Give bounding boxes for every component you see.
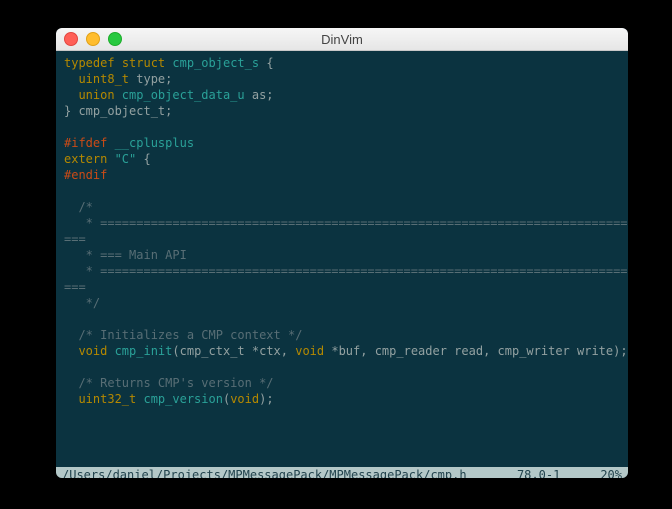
- code-token: struct: [122, 56, 165, 70]
- code-token: cmp_object_s: [172, 56, 259, 70]
- code-token: uint32_t: [78, 392, 136, 406]
- code-token: #endif: [64, 168, 107, 182]
- code-token: union: [78, 88, 114, 102]
- code-token: void: [230, 392, 259, 406]
- editor-viewport[interactable]: typedef struct cmp_object_s { uint8_t ty…: [56, 51, 628, 467]
- code-token: type;: [129, 72, 172, 86]
- code-token: {: [259, 56, 273, 70]
- status-file-path: /Users/daniel/Projects/MPMessagePack/MPM…: [62, 468, 467, 478]
- status-bar: /Users/daniel/Projects/MPMessagePack/MPM…: [56, 467, 628, 478]
- zoom-icon[interactable]: [108, 32, 122, 46]
- code-token: cmp_object_data_u: [115, 88, 245, 102]
- code-token: cmp_version: [136, 392, 223, 406]
- code-token: __cplusplus: [107, 136, 194, 150]
- code-comment: ===: [64, 280, 86, 294]
- code-token: as;: [245, 88, 274, 102]
- code-token: cmp_init: [107, 344, 172, 358]
- code-token: uint8_t: [78, 72, 129, 86]
- code-comment: /*: [64, 200, 93, 214]
- code-comment: * === Main API: [64, 248, 187, 262]
- close-icon[interactable]: [64, 32, 78, 46]
- code-token: void: [295, 344, 331, 358]
- code-comment: ===: [64, 232, 86, 246]
- app-window: DinVim typedef struct cmp_object_s { uin…: [56, 28, 628, 478]
- traffic-lights: [64, 32, 122, 46]
- code-token: void: [78, 344, 107, 358]
- code-token: {: [136, 152, 150, 166]
- code-token: } cmp_object_t;: [64, 104, 172, 118]
- minimize-icon[interactable]: [86, 32, 100, 46]
- code-token: "C": [107, 152, 136, 166]
- code-comment: /* Initializes a CMP context */: [64, 328, 302, 342]
- code-comment: * ======================================…: [64, 216, 628, 230]
- status-scroll-pct: 20%: [600, 468, 622, 478]
- code-comment: * ======================================…: [64, 264, 628, 278]
- code-comment: /* Returns CMP's version */: [64, 376, 274, 390]
- code-token: *buf, cmp_reader read, cmp_writer write: [331, 344, 613, 358]
- code-token: typedef: [64, 56, 115, 70]
- code-token: *ctx,: [252, 344, 295, 358]
- code-token: cmp_ctx_t: [180, 344, 252, 358]
- titlebar[interactable]: DinVim: [56, 28, 628, 51]
- status-cursor-pos: 78,0-1: [517, 468, 560, 478]
- code-comment: */: [64, 296, 100, 310]
- code-token: extern: [64, 152, 107, 166]
- code-token: #ifdef: [64, 136, 107, 150]
- window-title: DinVim: [56, 32, 628, 47]
